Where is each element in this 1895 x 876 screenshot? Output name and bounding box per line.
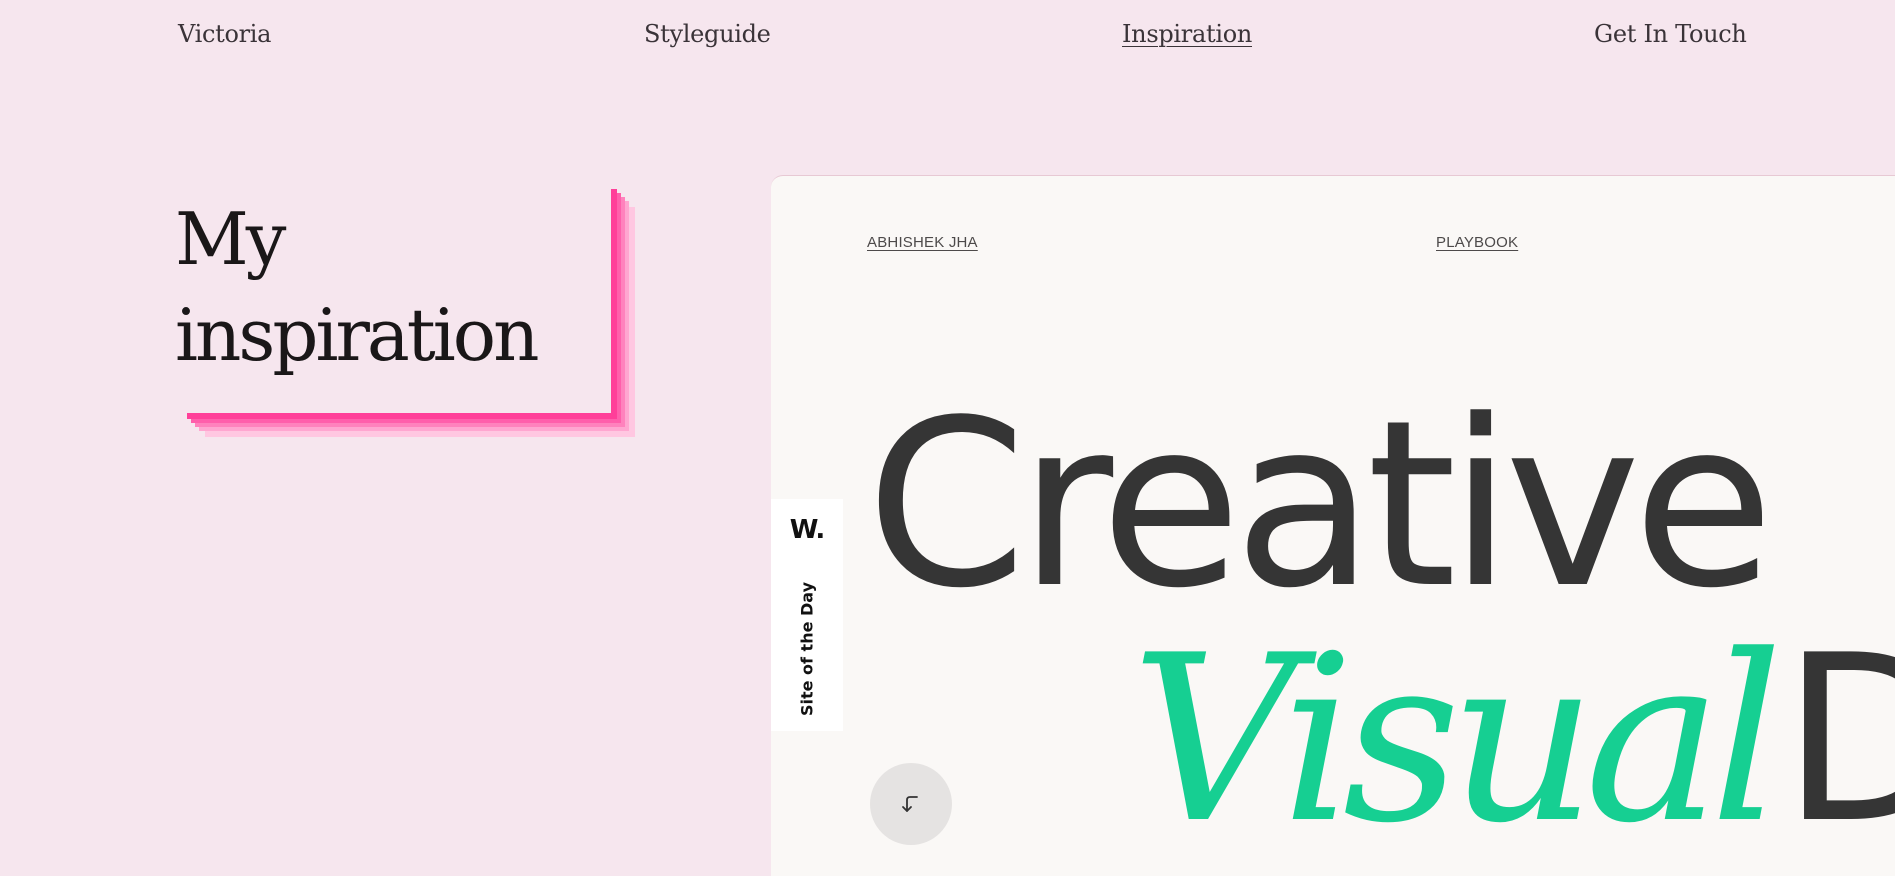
author-link[interactable]: ABHISHEK JHA [867, 234, 978, 251]
hero-title-block: My inspiration [175, 183, 611, 413]
preview-headline-line-2: VisualDe [1131, 626, 1895, 856]
playbook-link[interactable]: PLAYBOOK [1436, 234, 1518, 251]
top-navigation: Victoria Styleguide Inspiration Get In T… [0, 0, 1895, 75]
nav-link-styleguide[interactable]: Styleguide [644, 20, 771, 48]
awwwards-logo: W. [789, 515, 825, 545]
arrow-down-left-icon [902, 796, 918, 812]
site-of-the-day-badge[interactable]: W. Site of the Day [771, 499, 843, 731]
nav-link-victoria[interactable]: Victoria [178, 20, 271, 48]
preview-headline-line-1: Creative [866, 372, 1774, 639]
scroll-down-button[interactable] [870, 763, 952, 845]
preview-headline-rest: De [1781, 607, 1895, 874]
nav-link-get-in-touch[interactable]: Get In Touch [1594, 20, 1747, 48]
page-title: My inspiration [175, 197, 539, 377]
inspiration-preview-card[interactable]: ABHISHEK JHA PLAYBOOK Creative VisualDe … [771, 175, 1895, 876]
award-label: Site of the Day [797, 581, 817, 717]
preview-headline-accent: Visual [1131, 607, 1783, 874]
nav-link-inspiration[interactable]: Inspiration [1122, 20, 1252, 48]
